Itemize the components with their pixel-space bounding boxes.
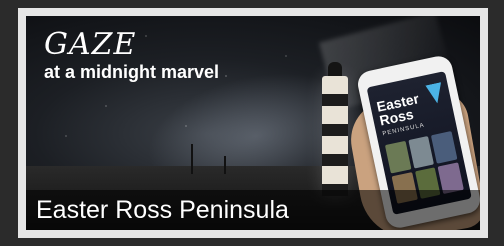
headline: GAZE at a midnight marvel [44,30,219,83]
app-logo-accent-icon [425,82,445,105]
fence-post [224,156,226,174]
lighthouse-lantern [328,62,342,76]
caption-bar: Easter Ross Peninsula [26,190,480,230]
fence-post [191,144,193,174]
caption-text: Easter Ross Peninsula [36,196,289,224]
promo-banner-image[interactable]: GAZE at a midnight marvel Easter Ross PE… [26,16,480,230]
app-tile [431,131,458,164]
headline-gaze: GAZE [44,27,137,62]
app-tile [384,140,412,174]
promo-card[interactable]: GAZE at a midnight marvel Easter Ross PE… [18,8,488,238]
headline-subtitle: at a midnight marvel [44,62,220,82]
app-tile [408,135,435,169]
app-title: Easter Ross [375,90,423,128]
lighthouse [322,62,348,196]
